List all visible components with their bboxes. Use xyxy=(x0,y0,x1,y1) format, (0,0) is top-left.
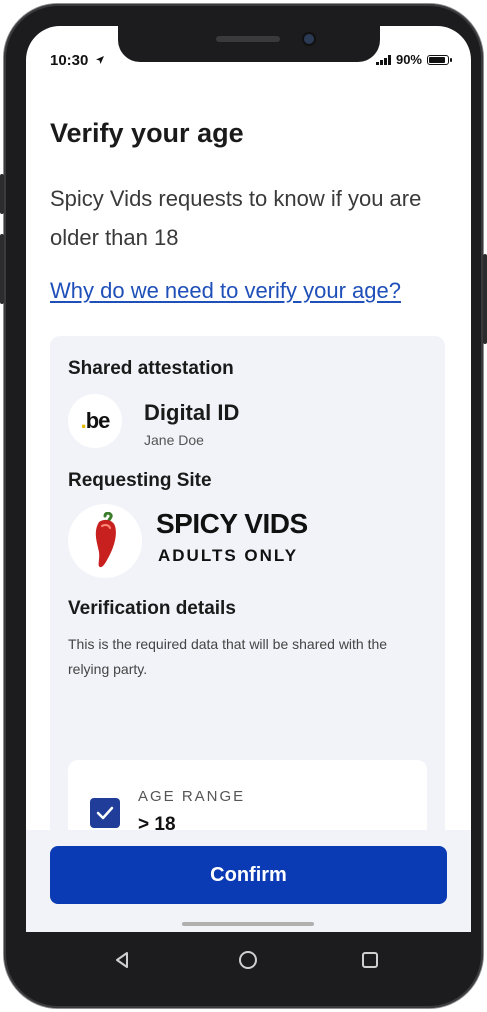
attribute-label: AGE RANGE xyxy=(138,788,246,805)
checkmark-icon xyxy=(96,806,114,820)
side-button xyxy=(0,174,4,214)
digital-id-logo-text: be xyxy=(85,408,111,433)
requesting-site-label: Requesting Site xyxy=(68,470,212,491)
front-camera xyxy=(304,34,314,44)
screen: 10:30 90% Verify your age Spicy Vids req… xyxy=(26,26,471,932)
back-button[interactable] xyxy=(94,932,150,988)
phone-frame: 10:30 90% Verify your age Spicy Vids req… xyxy=(0,4,487,1008)
side-button xyxy=(483,254,487,344)
attestation-holder: Jane Doe xyxy=(144,432,204,448)
why-verify-link[interactable]: Why do we need to verify your age? xyxy=(50,278,401,304)
home-indicator[interactable] xyxy=(182,922,314,926)
requesting-site-name: SPICY VIDS xyxy=(156,508,308,539)
verification-details-label: Verification details xyxy=(68,598,236,619)
home-button[interactable] xyxy=(220,932,276,988)
verification-description: This is the required data that will be s… xyxy=(68,636,388,677)
page-title: Verify your age xyxy=(50,118,244,148)
age-range-checkbox[interactable] xyxy=(90,798,120,828)
speaker-grille xyxy=(216,36,280,42)
battery-percentage: 90% xyxy=(395,52,422,67)
status-bar-right: 90% xyxy=(375,52,452,67)
signal-icon xyxy=(375,54,391,65)
battery-icon xyxy=(427,54,452,65)
requesting-site-tagline: ADULTS ONLY xyxy=(158,546,299,565)
location-arrow-icon xyxy=(95,56,104,64)
status-bar-time: 10:30 xyxy=(50,52,105,69)
home-circle-icon xyxy=(239,951,257,969)
side-button xyxy=(0,234,4,304)
chili-pepper-icon xyxy=(68,504,142,578)
digital-id-logo: .be xyxy=(68,394,122,448)
shared-attestation-label: Shared attestation xyxy=(68,358,234,379)
recents-button[interactable] xyxy=(342,932,398,988)
confirm-button[interactable]: Confirm xyxy=(50,846,447,904)
back-triangle-icon xyxy=(116,952,128,968)
attestation-name: Digital ID xyxy=(144,400,240,425)
page-subtitle: Spicy Vids requests to know if you are o… xyxy=(50,186,422,250)
recents-square-icon xyxy=(362,952,378,968)
notch xyxy=(118,26,380,62)
android-nav-bar xyxy=(26,932,471,988)
